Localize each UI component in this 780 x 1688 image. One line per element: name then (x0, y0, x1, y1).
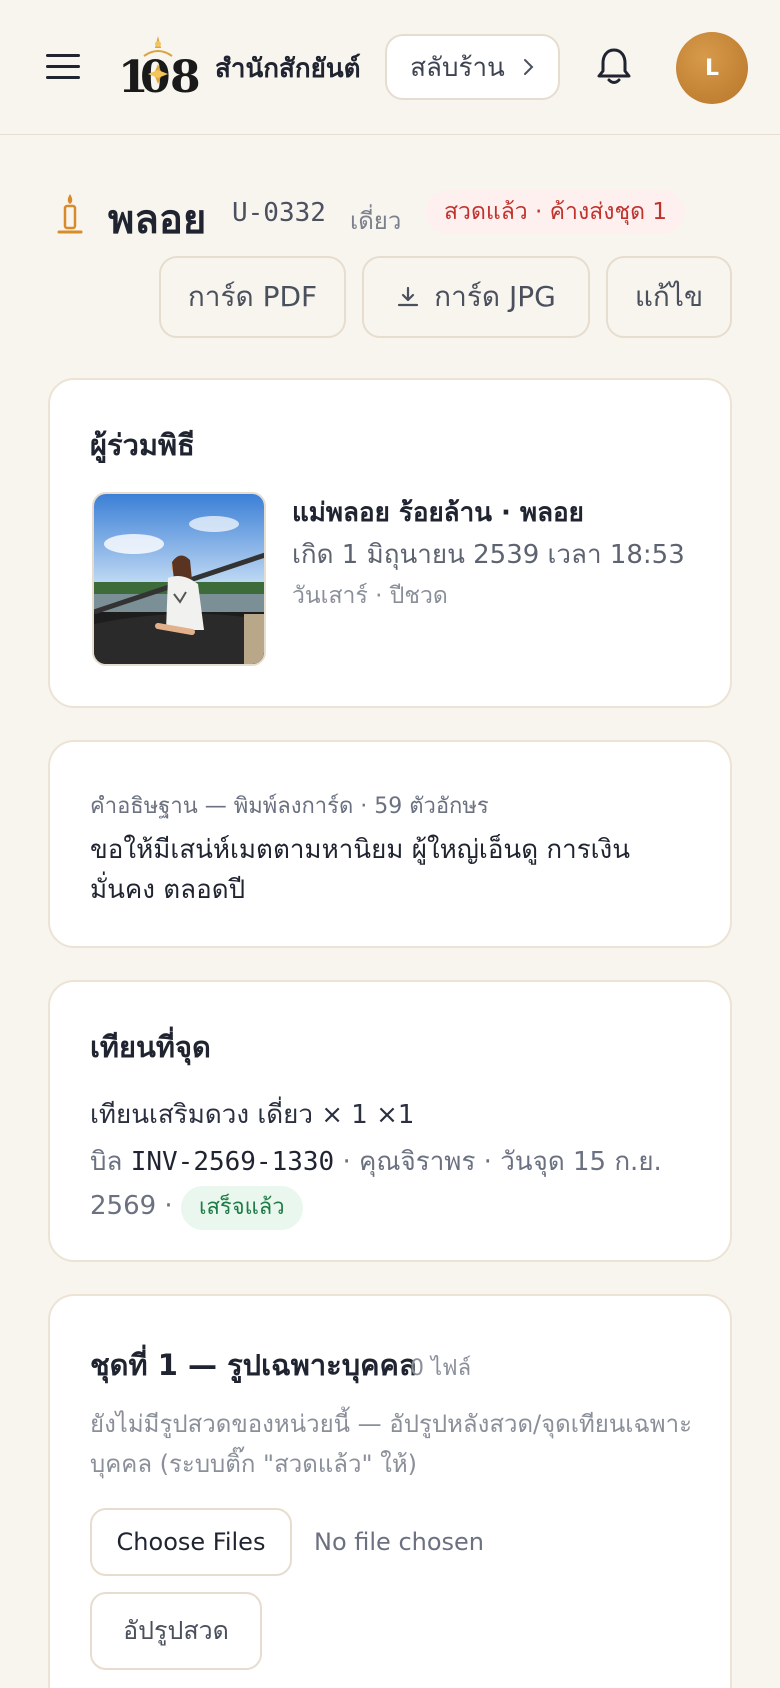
shop-name: สำนักสักยันต์ (215, 54, 361, 84)
unit-code: U-0332 (232, 198, 326, 228)
candles-card: เทียนที่จุด เทียนเสริมดวง เดี่ยว × 1 ×1 … (48, 980, 732, 1262)
candle-item: เทียนเสริมดวง เดี่ยว × 1 ×1 (90, 1100, 415, 1130)
photo-set-card: ชุดที่ 1 — รูปเฉพาะบุคคล 0 ไฟล์ ยังไม่มี… (48, 1294, 732, 1688)
participant-section-title: ผู้ร่วมพิธี (90, 428, 195, 462)
chevron-right-icon (523, 59, 534, 75)
card-jpg-label: การ์ด JPG (434, 280, 556, 313)
status-badge: สวดแล้ว · ค้างส่งชุด 1 (426, 190, 685, 234)
candles-section-title: เทียนที่จุด (90, 1030, 211, 1064)
edit-button[interactable]: แก้ไข (606, 256, 732, 338)
card-pdf-button[interactable]: การ์ด PDF (159, 256, 346, 338)
wish-card: คำอธิษฐาน — พิมพ์ลงการ์ด · 59 ตัวอักษร ข… (48, 740, 732, 948)
download-icon (398, 286, 419, 307)
bill-prefix: บิล (90, 1147, 123, 1177)
bill-number[interactable]: INV-2569-1330 (131, 1147, 335, 1177)
unit-name: พลอย (108, 197, 207, 243)
shop-logo: 1 0 8 (118, 36, 201, 102)
photo-set-description: ยังไม่มีรูปสวดของหน่วยนี้ — อัปรูปหลังสว… (90, 1410, 692, 1478)
photo-set-file-count: 0 ไฟล์ (410, 1356, 472, 1381)
svg-text:8: 8 (170, 52, 201, 102)
wish-label: คำอธิษฐาน — พิมพ์ลงการ์ด · 59 ตัวอักษร (90, 794, 489, 819)
unit-type: เดี่ยว (350, 207, 402, 235)
card-pdf-label: การ์ด PDF (187, 280, 318, 313)
candle-icon (57, 194, 83, 234)
top-bar: 1 0 8 สำนักสักยันต์ สลับร้าน L (0, 0, 780, 135)
choose-files-button[interactable]: Choose Files (90, 1508, 292, 1576)
bell-icon[interactable] (596, 46, 632, 86)
menu-icon[interactable] (46, 54, 80, 80)
bill-status-badge: เสร็จแล้ว (180, 1186, 303, 1230)
edit-label: แก้ไข (634, 280, 704, 313)
user-avatar[interactable]: L (676, 32, 748, 104)
participant-card: ผู้ร่วมพิธี แม่พลอย ร้อยล้าน · พลอย เกิด… (48, 378, 732, 708)
card-jpg-button[interactable]: การ์ด JPG (362, 256, 590, 338)
switch-shop-button[interactable]: สลับร้าน (385, 34, 560, 100)
photo-set-title: ชุดที่ 1 — รูปเฉพาะบุคคล (90, 1348, 417, 1382)
participant-name: แม่พลอย ร้อยล้าน · พลอย (292, 498, 584, 528)
participant-birth: เกิด 1 มิถุนายน 2539 เวลา 18:53 (292, 540, 685, 570)
participant-photo[interactable] (92, 492, 266, 666)
no-file-text: No file chosen (314, 1528, 485, 1556)
wish-text: ขอให้มีเสน่ห์เมตตามหานิยม ผู้ใหญ่เอ็นดู … (90, 835, 631, 905)
bill-info: บิล INV-2569-1330 · คุณจิราพร · วันจุด 1… (90, 1140, 690, 1230)
avatar-initial: L (704, 55, 720, 81)
switch-shop-label: สลับร้าน (410, 52, 505, 83)
participant-day-year: วันเสาร์ · ปีชวด (292, 583, 448, 609)
upload-photos-button[interactable]: อัปรูปสวด (90, 1592, 262, 1670)
